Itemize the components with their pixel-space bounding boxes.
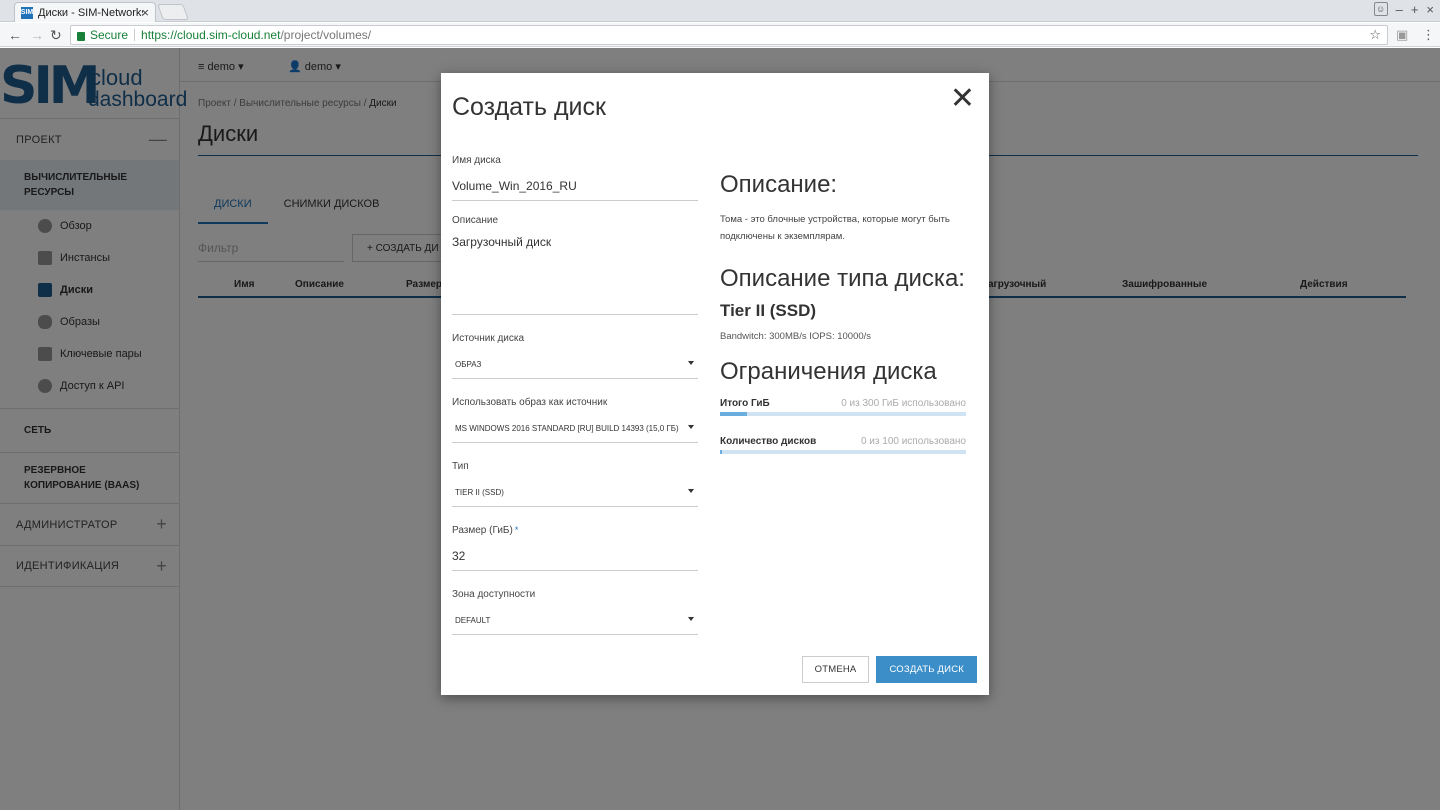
back-icon[interactable]: ← — [8, 27, 22, 43]
secure-label: Secure — [90, 28, 129, 42]
modal-title: Создать диск — [452, 93, 606, 121]
limit-count-fill — [720, 450, 723, 454]
zone-label: Зона доступности — [452, 589, 536, 600]
modal-footer: ОТМЕНА СОЗДАТЬ ДИСК — [801, 656, 977, 683]
minimize-icon[interactable]: – — [1396, 2, 1403, 17]
tab-close-icon[interactable]: × — [141, 5, 149, 20]
browser-menu-icon[interactable]: ⋮ — [1422, 27, 1435, 43]
limit-total-row: Итого ГиБ 0 из 300 ГиБ использовано — [720, 398, 966, 409]
limit-count-bar — [720, 450, 966, 454]
size-input[interactable]: 32 — [452, 539, 698, 571]
new-tab-button[interactable] — [157, 4, 189, 20]
type-description-heading: Описание типа диска: — [720, 265, 965, 292]
create-volume-submit-button[interactable]: СОЗДАТЬ ДИСК — [876, 656, 977, 683]
reload-icon[interactable]: ↻ — [50, 27, 62, 44]
source-label: Источник диска — [452, 333, 525, 344]
maximize-icon[interactable]: + — [1411, 2, 1419, 17]
url-path: /project/volumes/ — [280, 28, 372, 42]
volume-form: Имя диска Volume_Win_2016_RU Описание За… — [452, 155, 698, 635]
close-icon[interactable]: ✕ — [950, 81, 975, 116]
limit-count-row: Количество дисков 0 из 100 использовано — [720, 436, 966, 447]
limits-heading: Ограничения диска — [720, 358, 937, 385]
source-select[interactable]: ОБРАЗ — [452, 347, 698, 379]
image-source-label: Использовать образ как источник — [452, 397, 608, 408]
browser-tabbar: SIM Диски - SIM-Networks × ☺ – + × — [0, 0, 1440, 22]
create-volume-modal: Создать диск ✕ Имя диска Volume_Win_2016… — [441, 73, 989, 695]
image-select[interactable]: MS WINDOWS 2016 STANDARD [RU] BUILD 1439… — [452, 411, 698, 443]
address-bar-row: ← → ↻ Secure https://cloud.sim-cloud.net… — [0, 23, 1440, 47]
limit-total-fill — [720, 412, 748, 416]
required-marker: * — [514, 525, 519, 535]
caret-down-icon — [688, 489, 694, 493]
limit-count-label: Количество дисков — [720, 436, 817, 447]
extension-icon[interactable]: ▣ — [1396, 27, 1408, 43]
size-label: Размер (ГиБ) * — [452, 525, 519, 536]
description-text: Тома - это блочные устройства, которые м… — [720, 214, 950, 242]
forward-icon[interactable]: → — [30, 27, 44, 43]
tab-title: Диски - SIM-Networks — [38, 6, 143, 19]
zone-select[interactable]: DEFAULT — [452, 603, 698, 635]
type-name: Tier II (SSD) — [720, 301, 817, 320]
url-host: https://cloud.sim-cloud.net — [141, 28, 281, 42]
favicon-icon: SIM — [21, 6, 33, 19]
profile-icon[interactable]: ☺ — [1373, 2, 1388, 16]
limit-count-usage: 0 из 100 использовано — [860, 436, 966, 447]
description-textarea[interactable]: Загрузочный диск — [452, 229, 698, 315]
description-label: Описание — [452, 215, 499, 226]
limit-total-bar — [720, 412, 966, 416]
cancel-button[interactable]: ОТМЕНА — [801, 656, 870, 683]
type-label: Тип — [452, 461, 469, 472]
caret-down-icon — [688, 425, 694, 429]
browser-tab[interactable]: SIM Диски - SIM-Networks × — [14, 2, 156, 22]
info-panel: Описание: Тома - это блочные устройства,… — [720, 171, 966, 454]
url-input[interactable]: Secure https://cloud.sim-cloud.net/proje… — [70, 25, 1388, 45]
close-window-icon[interactable]: × — [1426, 2, 1434, 17]
lock-icon — [77, 31, 85, 41]
limit-total-usage: 0 из 300 ГиБ использовано — [841, 398, 966, 409]
bookmark-star-icon[interactable]: ☆ — [1369, 27, 1381, 43]
name-label: Имя диска — [452, 155, 501, 166]
type-select[interactable]: TIER II (SSD) — [452, 475, 698, 507]
limit-total-label: Итого ГиБ — [720, 398, 770, 409]
volume-name-input[interactable]: Volume_Win_2016_RU — [452, 169, 698, 201]
caret-down-icon — [688, 361, 694, 365]
caret-down-icon — [688, 617, 694, 621]
description-heading: Описание: — [720, 171, 838, 198]
type-spec: Bandwitch: 300MB/s IOPS: 10000/s — [720, 331, 872, 342]
window-controls: ☺ – + × — [1373, 2, 1434, 17]
